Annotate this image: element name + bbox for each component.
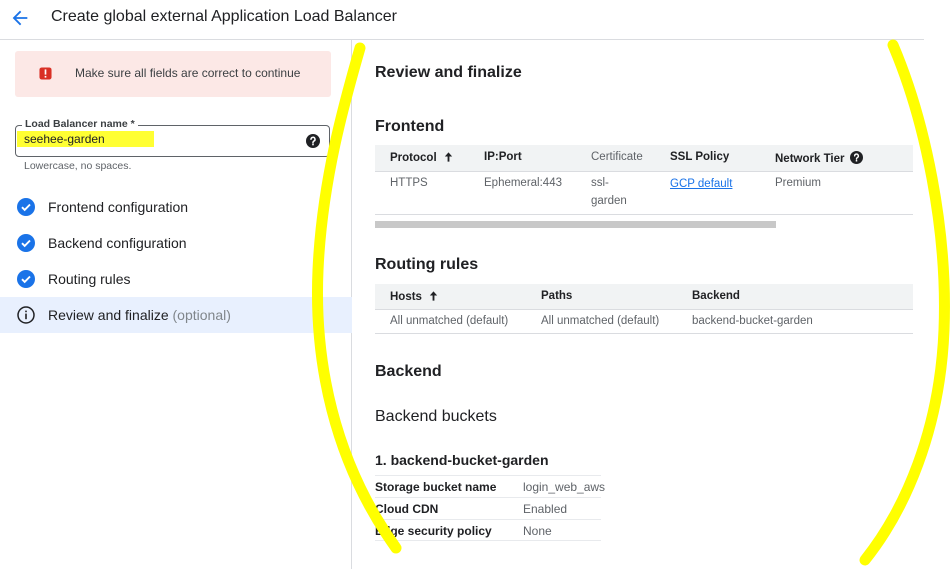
- property-value: login_web_aws: [523, 480, 606, 494]
- backend-title: Backend: [375, 363, 442, 380]
- column-header-network-tier: Network Tier: [775, 151, 864, 165]
- step-backend-configuration[interactable]: Backend configuration: [0, 225, 352, 261]
- backend-bucket-item-title: 1. backend-bucket-garden: [375, 452, 549, 468]
- table-header: Hosts Paths Backend: [375, 284, 913, 310]
- check-circle-icon: [17, 270, 35, 288]
- column-header-paths: Paths: [541, 290, 573, 302]
- lb-name-field[interactable]: Load Balancer name * seehee-garden: [15, 118, 330, 157]
- review-title: Review and finalize: [375, 64, 522, 81]
- step-label: Frontend configuration: [48, 199, 189, 215]
- row-divider: [375, 171, 913, 172]
- lb-name-input[interactable]: seehee-garden: [17, 131, 154, 147]
- page-title: Create global external Application Load …: [51, 8, 398, 25]
- property-row: Cloud CDN Enabled: [375, 497, 601, 519]
- column-header-protocol[interactable]: Protocol: [390, 151, 454, 164]
- step-routing-rules[interactable]: Routing rules: [0, 261, 352, 297]
- property-row: Edge security policy None: [375, 519, 601, 541]
- cell-ip-port: Ephemeral:443: [484, 177, 562, 189]
- column-header-backend: Backend: [692, 290, 740, 302]
- step-optional-tag: (optional): [172, 307, 231, 323]
- cell-network-tier: Premium: [775, 177, 822, 189]
- property-key: Storage bucket name: [375, 480, 497, 494]
- step-label: Review and finalize (optional): [48, 307, 231, 323]
- check-circle-icon: [17, 234, 35, 252]
- table-header: Protocol IP:Port Certificate SSL Policy …: [375, 145, 913, 171]
- help-icon[interactable]: [306, 134, 320, 148]
- info-icon: [17, 306, 35, 324]
- cell-backend: backend-bucket-garden: [692, 315, 813, 327]
- step-label: Backend configuration: [48, 235, 187, 251]
- error-message: Make sure all fields are correct to cont…: [75, 66, 301, 80]
- check-circle-icon: [17, 198, 35, 216]
- property-row: Storage bucket name login_web_aws: [375, 475, 605, 497]
- backend-buckets-title: Backend buckets: [375, 408, 497, 425]
- property-value: Enabled: [523, 502, 568, 516]
- cell-protocol: HTTPS: [390, 177, 428, 189]
- cell-certificate-line1: ssl-: [591, 177, 609, 189]
- cell-hosts: All unmatched (default): [390, 315, 509, 327]
- row-divider: [375, 309, 913, 310]
- ssl-policy-link[interactable]: GCP default: [670, 178, 732, 190]
- sort-arrow-up-icon: [444, 152, 452, 162]
- frontend-table: Protocol IP:Port Certificate SSL Policy …: [375, 145, 913, 215]
- help-icon[interactable]: [850, 151, 864, 164]
- back-arrow-icon[interactable]: [9, 7, 31, 29]
- row-divider: [375, 333, 913, 334]
- column-header-ssl-policy: SSL Policy: [670, 151, 730, 163]
- step-review-and-finalize[interactable]: Review and finalize (optional): [0, 297, 352, 333]
- top-bar: Create global external Application Load …: [0, 0, 924, 40]
- lb-name-hint: Lowercase, no spaces.: [24, 160, 132, 172]
- error-icon: [39, 67, 52, 80]
- step-label: Routing rules: [48, 271, 131, 287]
- review-panel: Review and finalize Frontend Protocol IP…: [353, 40, 950, 569]
- column-header-hosts[interactable]: Hosts: [390, 290, 439, 303]
- property-value: None: [523, 524, 552, 538]
- step-label-text: Review and finalize: [48, 307, 169, 323]
- sort-arrow-up-icon: [429, 291, 438, 301]
- error-banner: Make sure all fields are correct to cont…: [15, 51, 331, 97]
- cell-paths: All unmatched (default): [541, 315, 660, 327]
- frontend-title: Frontend: [375, 118, 445, 135]
- column-header-ip-port: IP:Port: [484, 151, 522, 163]
- lb-name-label: Load Balancer name *: [22, 118, 138, 130]
- property-key: Cloud CDN: [375, 502, 439, 516]
- left-panel: Make sure all fields are correct to cont…: [0, 40, 352, 569]
- horizontal-scrollbar[interactable]: [375, 221, 776, 228]
- cell-certificate-line2: garden: [591, 195, 627, 207]
- property-key: Edge security policy: [375, 524, 492, 538]
- step-frontend-configuration[interactable]: Frontend configuration: [0, 189, 352, 225]
- routing-table: Hosts Paths Backend All unmatched (defau…: [375, 284, 913, 334]
- column-header-certificate: Certificate: [591, 151, 643, 163]
- routing-rules-title: Routing rules: [375, 256, 479, 273]
- row-divider: [375, 214, 913, 215]
